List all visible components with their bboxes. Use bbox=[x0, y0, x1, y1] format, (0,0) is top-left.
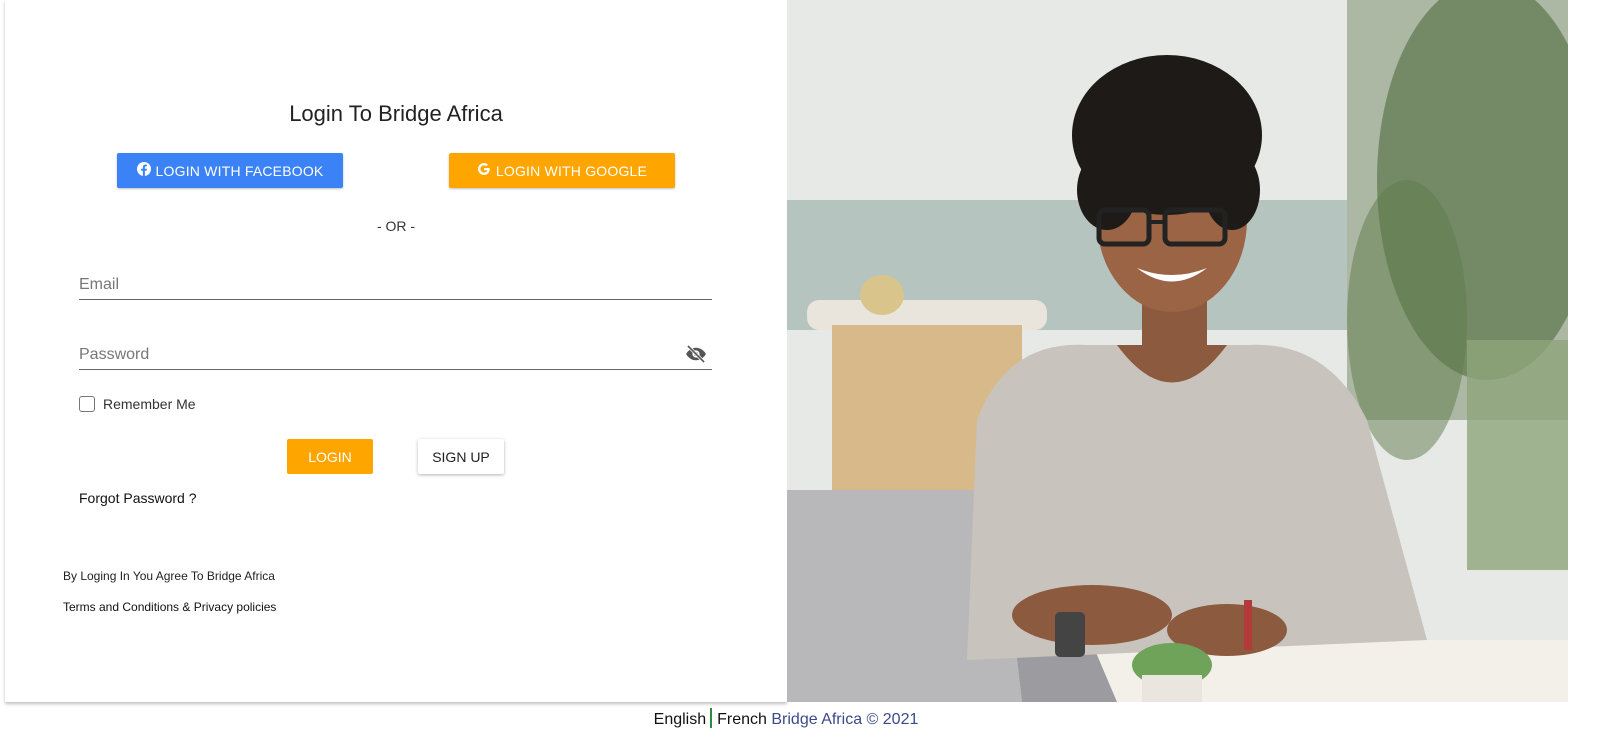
signup-button[interactable]: SIGN UP bbox=[418, 439, 504, 474]
remember-me-checkbox[interactable] bbox=[79, 396, 95, 412]
remember-me-label[interactable]: Remember Me bbox=[103, 396, 196, 412]
login-button[interactable]: LOGIN bbox=[287, 439, 373, 474]
footer-copyright: Bridge Africa © 2021 bbox=[771, 711, 919, 729]
password-field bbox=[79, 339, 712, 370]
email-input[interactable] bbox=[79, 273, 669, 297]
google-icon bbox=[477, 162, 491, 179]
hero-photo-illustration bbox=[787, 0, 1568, 702]
facebook-login-button[interactable]: LOGIN WITH FACEBOOK bbox=[117, 153, 343, 188]
password-input[interactable] bbox=[79, 343, 669, 367]
login-panel: Login To Bridge Africa LOGIN WITH FACEBO… bbox=[5, 0, 787, 702]
email-field bbox=[79, 269, 712, 300]
google-login-button[interactable]: LOGIN WITH GOOGLE bbox=[449, 153, 675, 188]
footer-separator bbox=[710, 708, 713, 728]
or-divider: - OR - bbox=[376, 218, 416, 234]
language-french-link[interactable]: French bbox=[717, 711, 767, 728]
hero-photo bbox=[787, 0, 1568, 702]
terms-link[interactable]: Terms and Conditions & Privacy policies bbox=[63, 600, 276, 614]
page-title: Login To Bridge Africa bbox=[289, 101, 503, 126]
remember-me: Remember Me bbox=[79, 396, 196, 412]
facebook-icon bbox=[136, 162, 151, 179]
eye-off-icon[interactable] bbox=[685, 344, 707, 364]
forgot-password-link[interactable]: Forgot Password ? bbox=[79, 490, 197, 506]
google-login-label: LOGIN WITH GOOGLE bbox=[495, 162, 648, 179]
language-english-link[interactable]: English bbox=[654, 711, 706, 728]
agreement-text: By Loging In You Agree To Bridge Africa bbox=[63, 569, 275, 583]
facebook-login-label: LOGIN WITH FACEBOOK bbox=[155, 162, 324, 179]
footer: English French Bridge Africa © 2021 bbox=[0, 708, 1572, 730]
